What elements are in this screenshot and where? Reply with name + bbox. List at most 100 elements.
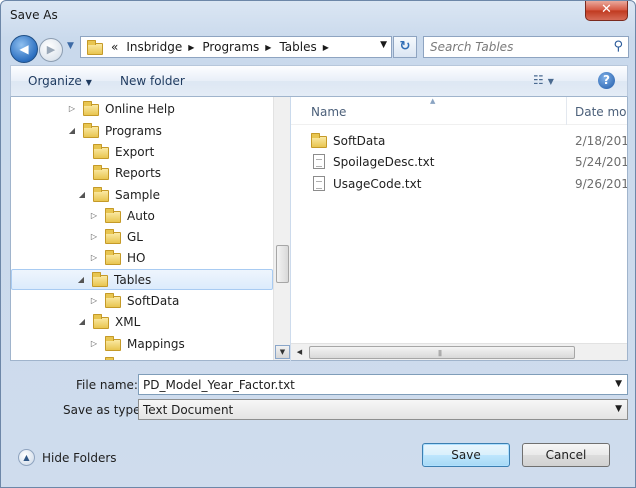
scrollbar-thumb[interactable]	[276, 245, 289, 283]
tree-item-mappings[interactable]: ▷ Mappings	[89, 333, 185, 354]
save-as-type-label: Save as type:	[63, 403, 145, 417]
breadcrumb-separator-icon[interactable]: ▶	[188, 43, 194, 52]
expand-arrow-icon[interactable]: ▷	[89, 339, 99, 348]
expand-arrow-icon[interactable]: ▷	[89, 296, 99, 305]
expand-arrow-icon[interactable]: ▷	[89, 253, 99, 262]
navigation-scrollbar[interactable]: ▼	[273, 97, 290, 360]
chevron-down-icon[interactable]: ▼	[615, 379, 622, 389]
expand-arrow-icon[interactable]: ▷	[89, 232, 99, 241]
file-row-usagecode[interactable]: UsageCode.txt 9/26/2013	[311, 173, 627, 194]
tree-item-label: Reports	[115, 165, 162, 180]
folder-icon	[105, 336, 121, 351]
address-bar[interactable]: « Insbridge ▶ Programs ▶ Tables ▶ ▼	[80, 36, 392, 58]
breadcrumb-overflow[interactable]: «	[111, 40, 118, 54]
tree-item-reports[interactable]: Reports	[77, 162, 161, 183]
column-divider[interactable]	[566, 97, 567, 125]
tree-item-label: Online Help	[105, 101, 175, 116]
address-dropdown-icon[interactable]: ▼	[380, 40, 387, 50]
folder-icon	[105, 250, 121, 265]
save-as-type-value: Text Document	[143, 403, 234, 417]
breadcrumb-programs[interactable]: Programs	[202, 40, 259, 54]
collapse-arrow-icon[interactable]: ◢	[67, 126, 77, 135]
breadcrumb-tables[interactable]: Tables	[279, 40, 316, 54]
toolbar: Organize ▼ New folder ☷ ▼ ?	[10, 65, 628, 97]
file-row-spoilagedesc[interactable]: SpoilageDesc.txt 5/24/2012	[311, 151, 627, 172]
file-date: 5/24/2012	[575, 154, 627, 169]
scrollbar-thumb[interactable]: |||	[309, 346, 575, 359]
search-box[interactable]: ⚲	[423, 36, 629, 58]
expand-arrow-icon[interactable]: ▷	[67, 104, 77, 113]
back-button[interactable]: ◀	[10, 35, 38, 63]
save-as-type-select[interactable]: Text Document ▼	[138, 399, 628, 420]
column-date-modified[interactable]: Date modi	[575, 105, 627, 119]
file-name-input[interactable]	[143, 377, 593, 392]
text-file-icon	[313, 154, 325, 169]
save-button[interactable]: Save	[422, 443, 510, 467]
file-name-label: File name:	[76, 378, 138, 392]
cancel-button[interactable]: Cancel	[522, 443, 610, 467]
tree-item-label: SoftData	[127, 293, 180, 308]
help-icon[interactable]: ?	[598, 72, 615, 89]
save-as-dialog: Save As ✕ ◀ ▶ ▼ « Insbridge ▶ Programs ▶…	[0, 0, 636, 488]
forward-arrow-icon: ▶	[46, 43, 56, 56]
folder-icon	[105, 357, 114, 360]
breadcrumb-separator-icon[interactable]: ▶	[323, 43, 329, 52]
tree-item-label: HO	[127, 250, 146, 265]
tree-item-sample[interactable]: ◢ Sample	[77, 184, 160, 205]
hide-folders-button[interactable]: ▲ Hide Folders	[18, 449, 117, 466]
folder-icon	[311, 132, 327, 148]
file-list[interactable]: ▲ Name Date modi SoftData 2/18/2013 Spoi…	[291, 97, 628, 361]
expand-arrow-icon[interactable]: ▷	[89, 211, 99, 220]
new-folder-button[interactable]: New folder	[120, 74, 185, 88]
tree-item-export[interactable]: Export	[77, 141, 154, 162]
chevron-down-icon[interactable]: ▼	[615, 404, 622, 414]
file-row-softdata[interactable]: SoftData 2/18/2013	[311, 130, 627, 151]
navigation-pane[interactable]: ▷ Online Help ◢ Programs Export Reports …	[10, 97, 290, 361]
tree-item-ho[interactable]: ▷ HO	[89, 247, 145, 268]
organize-menu[interactable]: Organize ▼	[28, 74, 92, 88]
tree-item-programs[interactable]: ◢ Programs	[67, 120, 162, 141]
forward-button[interactable]: ▶	[39, 38, 63, 62]
text-file-icon	[313, 176, 325, 191]
horizontal-scrollbar[interactable]: ◀ |||	[291, 343, 627, 360]
folder-icon	[93, 144, 109, 159]
recent-pages-dropdown-icon[interactable]: ▼	[67, 41, 74, 51]
view-list-icon: ☷	[533, 73, 544, 87]
refresh-button[interactable]: ↻	[393, 36, 417, 58]
scroll-down-icon[interactable]: ▼	[275, 345, 290, 359]
breadcrumb-insbridge[interactable]: Insbridge	[126, 40, 182, 54]
search-input[interactable]	[430, 39, 600, 55]
column-name[interactable]: Name	[311, 105, 346, 119]
collapse-arrow-icon[interactable]: ◢	[77, 190, 87, 199]
tree-item-softdata[interactable]: ▷ SoftData	[89, 290, 179, 311]
file-name-combobox[interactable]: ▼	[138, 374, 628, 395]
breadcrumb-separator-icon[interactable]: ▶	[265, 43, 271, 52]
file-name: SoftData	[333, 133, 386, 148]
tree-item-partial[interactable]	[89, 354, 127, 360]
tree-item-label: Mappings	[127, 336, 185, 351]
window-title: Save As	[10, 8, 58, 22]
column-header-row: ▲ Name Date modi	[291, 97, 627, 125]
folder-icon	[105, 293, 121, 308]
file-date: 2/18/2013	[575, 133, 627, 148]
folder-icon	[93, 314, 109, 329]
tree-item-label: Sample	[115, 187, 160, 202]
close-button[interactable]: ✕	[585, 1, 628, 21]
folder-icon	[105, 208, 121, 223]
tree-item-label: XML	[115, 314, 141, 329]
tree-item-tables[interactable]: ◢ Tables	[11, 269, 273, 290]
tree-item-xml[interactable]: ◢ XML	[77, 311, 140, 332]
views-button[interactable]: ☷ ▼	[533, 73, 554, 87]
tree-item-online-help[interactable]: ▷ Online Help	[67, 98, 175, 119]
tree-item-auto[interactable]: ▷ Auto	[89, 205, 155, 226]
collapse-arrow-icon[interactable]: ◢	[77, 317, 87, 326]
back-arrow-icon: ◀	[19, 42, 29, 56]
tree-item-gl[interactable]: ▷ GL	[89, 226, 143, 247]
folder-icon	[83, 101, 99, 116]
file-name: UsageCode.txt	[333, 176, 422, 191]
organize-label: Organize	[28, 74, 82, 88]
tree-item-label: GL	[127, 229, 143, 244]
search-icon[interactable]: ⚲	[613, 39, 623, 54]
scroll-left-icon[interactable]: ◀	[292, 345, 307, 359]
collapse-arrow-icon[interactable]: ◢	[76, 275, 86, 284]
